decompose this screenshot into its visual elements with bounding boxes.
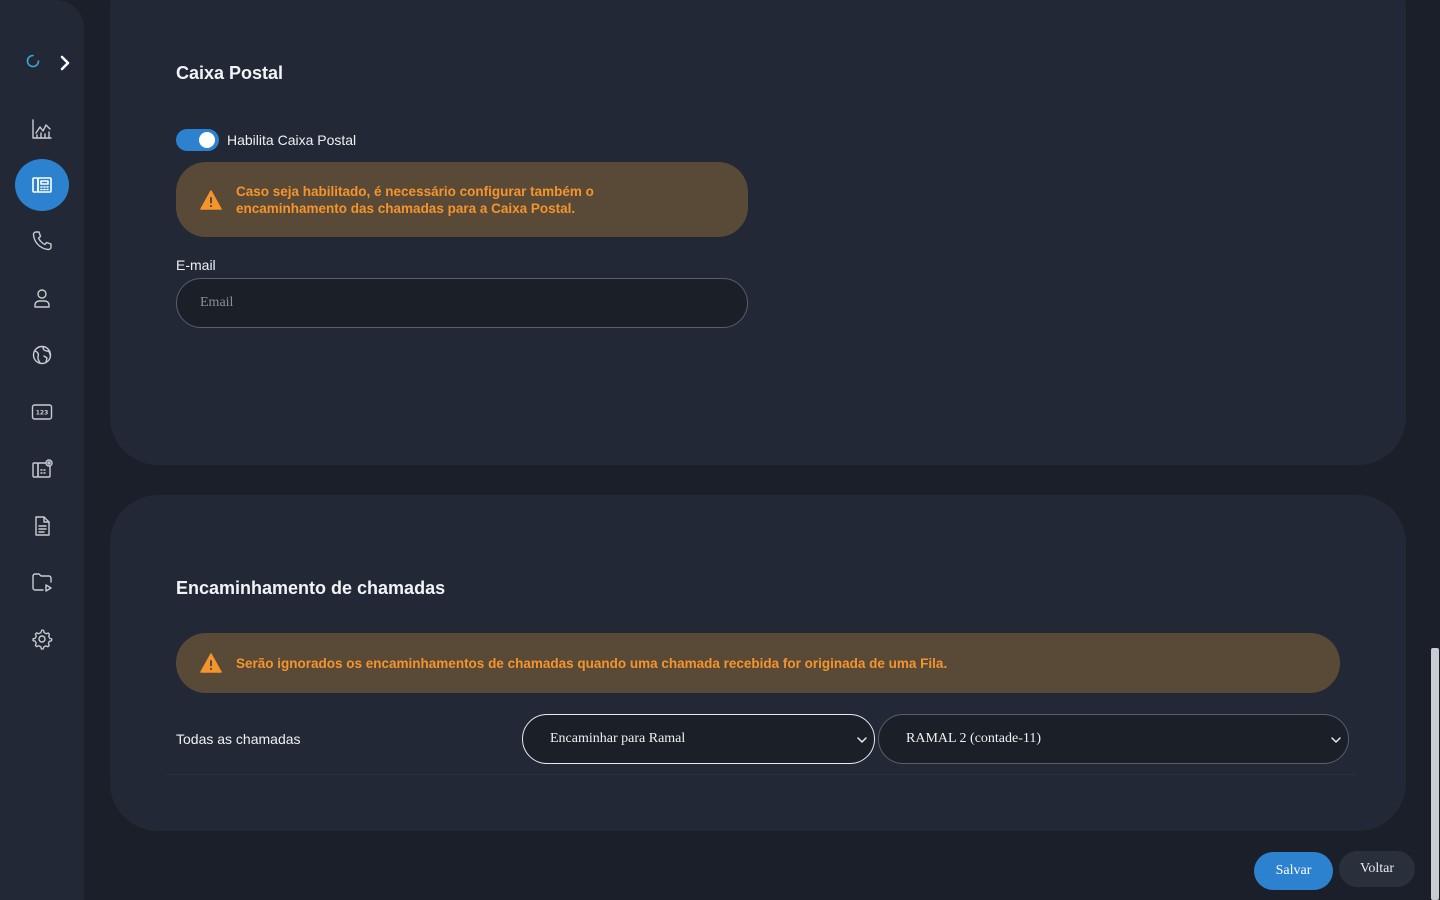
sidebar-item-recordings[interactable]	[15, 556, 69, 608]
warning-icon	[200, 189, 222, 210]
user-icon	[34, 289, 50, 308]
forward-action-select[interactable]: Encaminhar para Ramal	[522, 714, 875, 764]
forwarding-alert-text: Serão ignorados os encaminhamentos de ch…	[236, 655, 948, 671]
email-field[interactable]	[176, 278, 748, 328]
forwarding-title: Encaminhamento de chamadas	[176, 578, 446, 598]
email-label: E-mail	[176, 257, 216, 273]
all-calls-label: Todas as chamadas	[176, 731, 301, 747]
warning-icon	[200, 653, 222, 673]
chevron-down-icon	[1331, 737, 1341, 743]
fax-settings-icon	[32, 459, 53, 478]
sidebar-item-dashboard[interactable]	[15, 103, 69, 155]
gear-icon	[32, 629, 53, 650]
sidebar-item-reports[interactable]	[15, 500, 69, 552]
toggle-knob	[199, 132, 215, 148]
chevron-down-icon	[857, 737, 867, 743]
voicemail-alert-text: Caso seja habilitado, é necessário confi…	[236, 183, 594, 216]
scrollbar[interactable]	[1430, 0, 1440, 900]
loading-icon	[26, 54, 40, 68]
forward-action-value: Encaminhar para Ramal	[550, 731, 686, 746]
fax-icon	[32, 177, 52, 193]
sidebar-item-fax-settings[interactable]	[15, 443, 69, 495]
sidebar: 123	[0, 0, 84, 900]
sidebar-item-settings[interactable]	[15, 613, 69, 665]
svg-text:123: 123	[36, 410, 49, 417]
chart-icon	[32, 119, 52, 139]
sidebar-item-calls[interactable]	[15, 215, 69, 267]
row-divider	[166, 774, 1356, 775]
voicemail-title: Caixa Postal	[176, 63, 284, 83]
folder-play-icon	[32, 573, 52, 592]
brand	[22, 50, 72, 76]
forwarding-alert: Serão ignorados os encaminhamentos de ch…	[176, 633, 1340, 693]
voicemail-alert: Caso seja habilitado, é necessário confi…	[176, 162, 748, 237]
sidebar-item-fax[interactable]	[15, 159, 69, 211]
voicemail-toggle-label: Habilita Caixa Postal	[227, 132, 357, 148]
forward-target-value: RAMAL 2 (contade-11)	[906, 731, 1042, 746]
chevron-right-icon[interactable]	[58, 54, 72, 72]
globe-icon	[32, 345, 52, 365]
sidebar-item-network[interactable]	[15, 329, 69, 381]
document-icon	[35, 516, 50, 536]
scrollbar-thumb[interactable]	[1431, 648, 1439, 900]
sidebar-item-users[interactable]	[15, 272, 69, 324]
numpad-icon: 123	[31, 404, 53, 420]
save-button[interactable]: Salvar	[1254, 852, 1333, 890]
back-button[interactable]: Voltar	[1339, 851, 1415, 887]
forward-target-select[interactable]: RAMAL 2 (contade-11)	[878, 714, 1349, 764]
voicemail-toggle[interactable]	[176, 129, 219, 151]
sidebar-item-numbers[interactable]: 123	[15, 386, 69, 438]
phone-icon	[32, 231, 52, 251]
